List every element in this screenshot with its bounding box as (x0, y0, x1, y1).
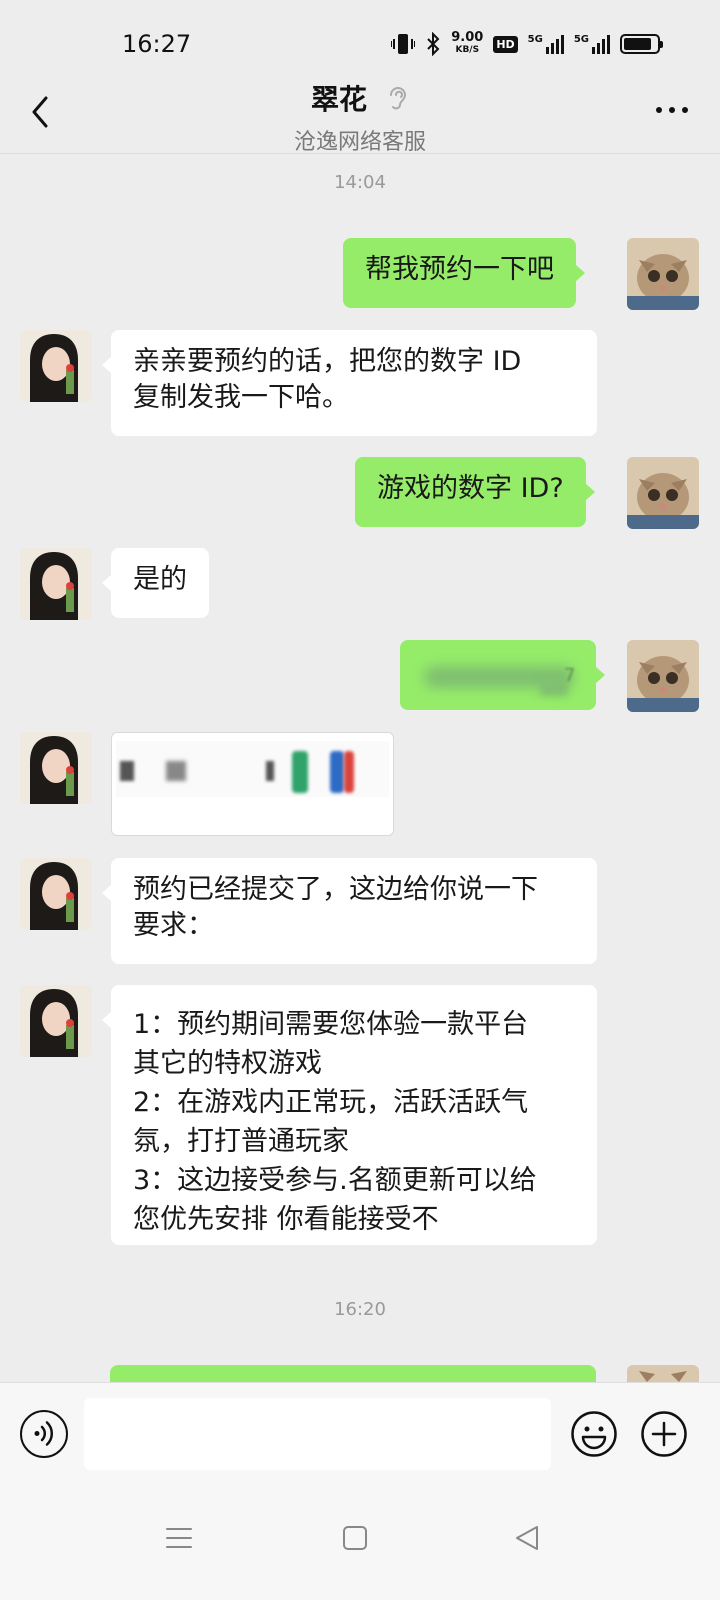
voice-icon (34, 1421, 54, 1446)
message-line: 复制发我一下哈。 (133, 382, 349, 413)
chat-header: 翠花 沧逸网络客服 (0, 74, 720, 156)
timestamp: 14:04 (334, 172, 386, 193)
message-line: 您优先安排 你看能接受不 (133, 1204, 439, 1235)
chat-title: 翠花 (310, 83, 367, 116)
hd-badge: HD (493, 35, 518, 53)
message-line: 1：预约期间需要您体验一款平台 (133, 1009, 529, 1040)
input-bar (0, 1382, 720, 1486)
more-button[interactable] (650, 98, 694, 122)
battery-icon (620, 34, 663, 54)
message-line: 要求： (133, 910, 214, 941)
message-line: 2：在游戏内正常玩，活跃活跃气 (133, 1087, 529, 1118)
network-speed: 9.00 KB/S (451, 30, 484, 55)
message-bubble-out-partial[interactable] (110, 1365, 605, 1409)
vibrate-icon (391, 34, 416, 54)
message-bubble-in[interactable]: 1：预约期间需要您体验一款平台 其它的特权游戏 2：在游戏内正常玩，活跃活跃气 … (102, 985, 597, 1245)
voice-button[interactable] (20, 1410, 68, 1458)
avatar-self[interactable] (627, 1365, 699, 1382)
woman-avatar-image (20, 330, 92, 402)
cat-avatar-image (627, 238, 699, 310)
message-bubble-in[interactable]: 亲亲要预约的话，把您的数字 ID 复制发我一下哈。 (102, 330, 597, 436)
emoji-button[interactable] (570, 1410, 618, 1458)
message-text: 帮我预约一下吧 (365, 254, 554, 285)
avatar-contact[interactable] (20, 732, 92, 804)
redacted-visible-char: 7 (564, 665, 576, 686)
ear-icon (390, 87, 407, 110)
message-line: 预约已经提交了，这边给你说一下 (133, 874, 538, 905)
emoji-icon (571, 1411, 617, 1457)
chat-subtitle: 沧逸网络客服 (293, 130, 426, 155)
woman-avatar-image (20, 548, 92, 620)
woman-avatar-image (20, 985, 92, 1057)
woman-avatar-image (20, 732, 92, 804)
message-input[interactable] (84, 1398, 551, 1470)
plus-icon (641, 1411, 687, 1457)
more-dot (669, 107, 675, 113)
avatar-self[interactable] (627, 640, 699, 712)
message-text: 游戏的数字 ID? (377, 473, 564, 504)
cat-avatar-image (627, 1365, 699, 1382)
plus-button[interactable] (640, 1410, 688, 1458)
message-bubble-in[interactable]: 预约已经提交了，这边给你说一下 要求： (102, 858, 597, 964)
status-icons: 9.00 KB/S HD 5G 5G (391, 30, 663, 56)
avatar-self[interactable] (627, 457, 699, 529)
message-line: 其它的特权游戏 (133, 1048, 322, 1079)
message-bubble-in[interactable]: 是的 (102, 548, 209, 618)
status-bar: 16:27 9.00 KB/S HD 5G 5G (0, 0, 720, 80)
message-line: 亲亲要预约的话，把您的数字 ID (133, 346, 522, 377)
more-dot (656, 107, 662, 113)
back-triangle-icon (516, 1526, 538, 1550)
menu-icon (166, 1528, 192, 1548)
more-dot (682, 107, 688, 113)
chat-title-area: 翠花 沧逸网络客服 (0, 78, 720, 156)
message-line: 3：这边接受参与.名额更新可以给 (133, 1165, 537, 1196)
bluetooth-icon (427, 32, 440, 56)
cat-avatar-image (627, 640, 699, 712)
home-button[interactable] (341, 1524, 369, 1552)
woman-avatar-image (20, 858, 92, 930)
avatar-contact[interactable] (20, 858, 92, 930)
avatar-self[interactable] (627, 238, 699, 310)
message-bubble-redacted[interactable]: 7 (400, 640, 605, 710)
message-text: 是的 (133, 564, 187, 595)
home-square-icon (343, 1526, 367, 1550)
status-time: 16:27 (122, 30, 192, 58)
signal-icon-2: 5G (574, 34, 610, 54)
blurred-screenshot-image (116, 741, 389, 797)
cat-avatar-image (627, 457, 699, 529)
message-bubble-out[interactable]: 游戏的数字 ID? (355, 457, 595, 527)
image-message[interactable] (111, 732, 394, 836)
timestamp: 16:20 (334, 1299, 386, 1320)
system-navigation-bar (0, 1486, 720, 1600)
avatar-contact[interactable] (20, 330, 92, 402)
message-line: 氛，打打普通玩家 (133, 1126, 349, 1157)
message-bubble-out[interactable]: 帮我预约一下吧 (343, 238, 585, 308)
avatar-contact[interactable] (20, 985, 92, 1057)
recents-button[interactable] (165, 1524, 193, 1552)
avatar-contact[interactable] (20, 548, 92, 620)
back-nav-button[interactable] (513, 1524, 541, 1552)
signal-icon-1: 5G (528, 34, 564, 54)
